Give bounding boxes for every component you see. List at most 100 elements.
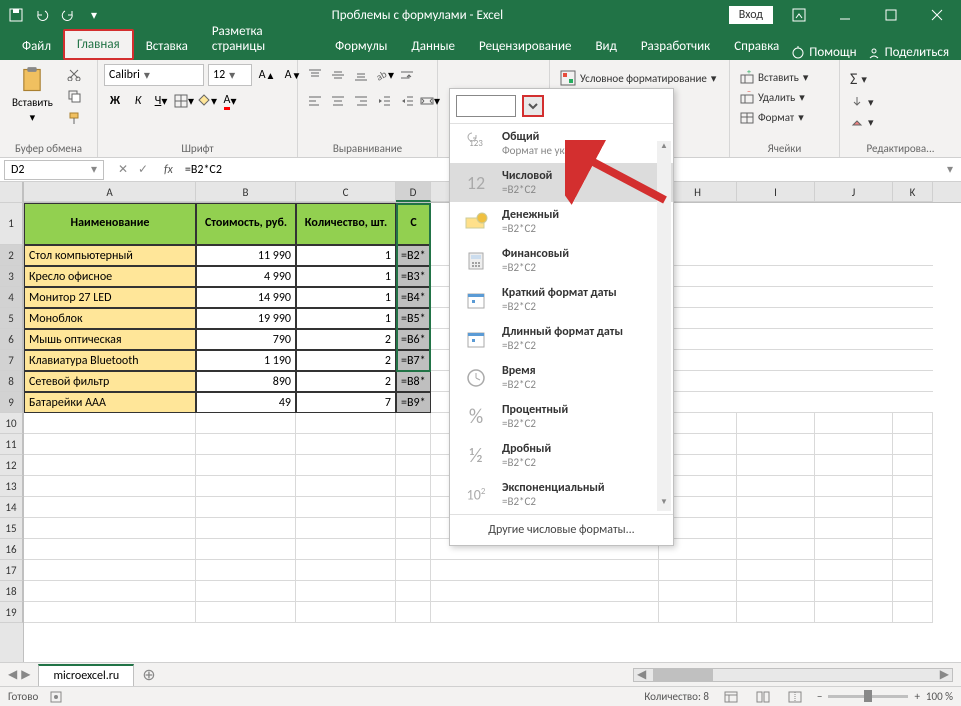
zoom-out-icon[interactable]: − — [817, 690, 822, 703]
tab-help[interactable]: Справка — [722, 33, 791, 60]
tab-file[interactable]: Файл — [10, 33, 63, 60]
cell[interactable]: =B8* — [396, 371, 431, 392]
bold-icon[interactable]: Ж — [104, 90, 126, 112]
cell[interactable] — [296, 581, 396, 602]
cell[interactable] — [296, 518, 396, 539]
cell[interactable]: =B9* — [396, 392, 431, 413]
tab-data[interactable]: Данные — [399, 33, 467, 60]
horizontal-scrollbar[interactable]: ◀▶ — [633, 668, 953, 682]
delete-cells-button[interactable]: −Удалить▾ — [736, 88, 809, 106]
orientation-icon[interactable]: ab▾ — [373, 64, 395, 86]
cell[interactable] — [893, 476, 933, 497]
row-header[interactable]: 12 — [0, 455, 23, 476]
row-header[interactable]: 11 — [0, 434, 23, 455]
row-header[interactable]: 2 — [0, 245, 23, 266]
tab-review[interactable]: Рецензирование — [467, 33, 583, 60]
cell[interactable] — [737, 434, 815, 455]
cell[interactable] — [893, 581, 933, 602]
cell[interactable] — [815, 560, 893, 581]
cell[interactable]: 890 — [196, 371, 296, 392]
cell[interactable] — [815, 497, 893, 518]
cell[interactable] — [24, 413, 196, 434]
table-header-cell[interactable]: Количество, шт. — [296, 203, 396, 245]
row-header[interactable]: 1 — [0, 203, 23, 245]
cell[interactable]: 4 990 — [196, 266, 296, 287]
row-header[interactable]: 5 — [0, 308, 23, 329]
number-format-option[interactable]: Длинный формат даты=B2*C2 — [450, 319, 673, 358]
tab-home[interactable]: Главная — [63, 29, 134, 60]
cell[interactable] — [196, 581, 296, 602]
nf-scrollbar[interactable]: ▲▼ — [657, 141, 671, 511]
cell[interactable]: Стол компьютерный — [24, 245, 196, 266]
cell[interactable] — [396, 602, 431, 623]
row-header[interactable]: 10 — [0, 413, 23, 434]
table-header-cell[interactable]: Стоимость, руб. — [196, 203, 296, 245]
cell[interactable] — [893, 455, 933, 476]
view-page-layout-icon[interactable] — [753, 689, 773, 705]
cell[interactable] — [659, 560, 737, 581]
cell[interactable] — [815, 539, 893, 560]
cell[interactable]: 2 — [296, 371, 396, 392]
font-size-combo[interactable]: 12▾ — [208, 64, 252, 86]
number-format-option[interactable]: Краткий формат даты=B2*C2 — [450, 280, 673, 319]
number-format-option[interactable]: 102Экспоненциальный=B2*C2 — [450, 475, 673, 514]
font-color-icon[interactable]: A▾ — [219, 90, 241, 112]
row-header[interactable]: 9 — [0, 392, 23, 413]
col-header[interactable]: B — [196, 182, 296, 202]
cell[interactable] — [893, 518, 933, 539]
format-cells-button[interactable]: Формат▾ — [736, 108, 808, 126]
cell[interactable] — [196, 497, 296, 518]
cell[interactable] — [396, 539, 431, 560]
number-format-option[interactable]: Финансовый=B2*C2 — [450, 241, 673, 280]
table-header-cell[interactable]: С — [396, 203, 431, 245]
cell[interactable]: 2 — [296, 350, 396, 371]
cell[interactable] — [296, 497, 396, 518]
fill-color-icon[interactable]: ▾ — [196, 90, 218, 112]
close-icon[interactable] — [917, 0, 957, 30]
row-header[interactable]: 16 — [0, 539, 23, 560]
cell[interactable] — [737, 497, 815, 518]
cell[interactable] — [24, 518, 196, 539]
clear-button[interactable]: ▾ — [846, 113, 878, 131]
cell[interactable] — [296, 455, 396, 476]
col-header[interactable]: D — [396, 182, 431, 202]
cell[interactable] — [196, 602, 296, 623]
view-page-break-icon[interactable] — [785, 689, 805, 705]
zoom-slider[interactable] — [828, 695, 908, 698]
cell[interactable] — [24, 560, 196, 581]
row-header[interactable]: 18 — [0, 581, 23, 602]
cell[interactable] — [893, 413, 933, 434]
cell[interactable] — [396, 476, 431, 497]
align-middle-icon[interactable] — [327, 64, 349, 86]
cell[interactable] — [815, 581, 893, 602]
cell[interactable]: 1 — [296, 266, 396, 287]
ribbon-display-options-icon[interactable] — [779, 0, 819, 30]
cell[interactable]: Моноблок — [24, 308, 196, 329]
cell[interactable] — [24, 497, 196, 518]
cell[interactable]: 14 990 — [196, 287, 296, 308]
number-format-option[interactable]: 12Числовой=B2*C2 — [450, 163, 673, 202]
cell[interactable] — [893, 560, 933, 581]
undo-icon[interactable] — [30, 3, 54, 27]
align-right-icon[interactable] — [350, 90, 372, 112]
number-format-option[interactable]: Денежный=B2*C2 — [450, 202, 673, 241]
align-left-icon[interactable] — [304, 90, 326, 112]
login-button[interactable]: Вход — [729, 6, 773, 24]
tab-view[interactable]: Вид — [583, 33, 628, 60]
cell[interactable]: 1 190 — [196, 350, 296, 371]
cell[interactable] — [196, 434, 296, 455]
cell[interactable] — [815, 518, 893, 539]
cell[interactable] — [396, 560, 431, 581]
accept-formula-icon[interactable]: ✓ — [134, 162, 152, 177]
cell[interactable] — [737, 581, 815, 602]
cell[interactable] — [431, 560, 659, 581]
more-number-formats-link[interactable]: Другие числовые форматы... — [450, 514, 673, 545]
cell[interactable] — [24, 455, 196, 476]
paste-button[interactable]: Вставить ▾ — [6, 64, 59, 126]
number-format-dropdown-button[interactable] — [522, 95, 544, 117]
save-icon[interactable] — [4, 3, 28, 27]
number-format-option[interactable]: 123ОбщийФормат не указан — [450, 124, 673, 163]
cell[interactable]: Батарейки AAA — [24, 392, 196, 413]
cell[interactable] — [396, 413, 431, 434]
cell[interactable]: =B4* — [396, 287, 431, 308]
